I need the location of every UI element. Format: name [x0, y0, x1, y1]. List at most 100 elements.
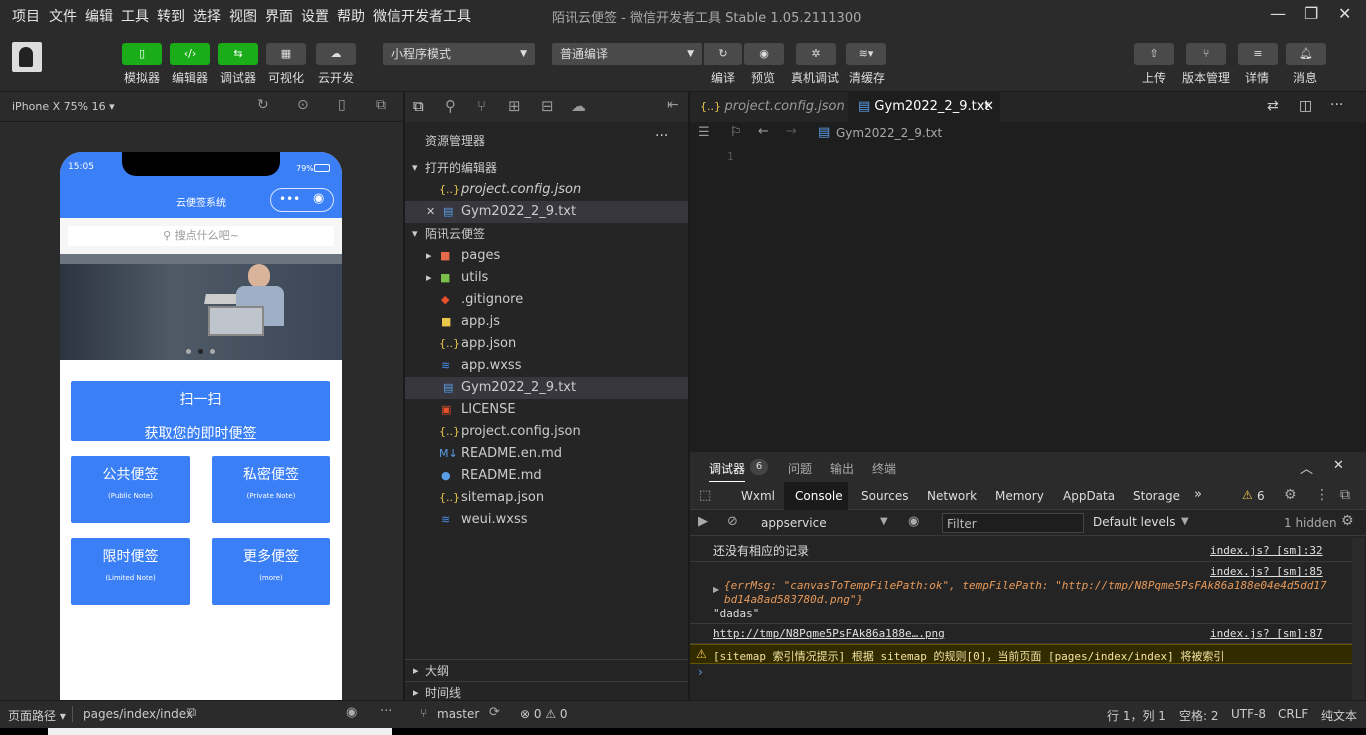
tree-item-file[interactable]: {..} sitemap.json [405, 487, 688, 509]
tree-item-folder[interactable]: ▸ ■ pages [405, 245, 688, 267]
menu-help[interactable]: 帮助 [337, 6, 365, 26]
tree-item-file[interactable]: ◆ .gitignore [405, 289, 688, 311]
eol[interactable]: CRLF [1278, 707, 1308, 721]
tab-appdata[interactable]: AppData [1063, 489, 1115, 503]
capsule-menu[interactable]: ••• ◉ [270, 188, 334, 212]
more-icon[interactable]: ··· [380, 704, 392, 719]
filter-input[interactable]: Filter [942, 513, 1084, 533]
tab-issues[interactable]: 问题 [788, 460, 812, 477]
messages-button[interactable]: 🔔︎ [1286, 43, 1326, 65]
detach-icon[interactable]: ⧉ [376, 97, 386, 113]
tree-item-file[interactable]: ≋ app.wxss [405, 355, 688, 377]
menu-goto[interactable]: 转到 [157, 6, 185, 26]
device-select[interactable]: iPhone X 75% 16 ▾ [12, 100, 115, 113]
object-line[interactable]: {errMsg: "canvasToTempFilePath:ok", temp… [724, 579, 1327, 592]
page-path-select[interactable]: 页面路径 ▾ [8, 707, 66, 724]
compile-button[interactable]: ↻ [704, 43, 742, 65]
tree-item-file[interactable]: ≋ weui.wxss [405, 509, 688, 531]
files-icon[interactable]: ⧉ [413, 97, 424, 115]
close-tab-icon[interactable]: ✕ [983, 92, 994, 122]
reload-icon[interactable]: ↻ [257, 97, 269, 113]
real-debug-button[interactable]: ✲ [796, 43, 836, 65]
tree-item-file[interactable]: M↓ README.en.md [405, 443, 688, 465]
avatar[interactable] [12, 42, 42, 72]
close-icon[interactable]: ✕ [1338, 4, 1351, 23]
extensions-icon[interactable]: ⊞ [508, 97, 521, 115]
source-link[interactable]: index.js? [sm]:87 [1210, 627, 1323, 640]
copy-icon[interactable]: ⧉ [187, 705, 196, 720]
docker-icon[interactable]: ☁ [571, 97, 586, 115]
tab-debugger[interactable]: 调试器 [709, 460, 746, 482]
prompt-icon[interactable]: › [698, 665, 703, 679]
gear-icon[interactable]: ⚙ [1284, 487, 1297, 503]
menu-interface[interactable]: 界面 [265, 6, 293, 26]
more-icon[interactable]: ··· [1330, 97, 1343, 113]
banner-image[interactable] [60, 254, 342, 360]
encoding[interactable]: UTF-8 [1231, 707, 1266, 721]
console-settings-icon[interactable]: ⚙ [1341, 513, 1354, 529]
tree-item-file[interactable]: {..} app.json [405, 333, 688, 355]
phone-icon[interactable]: ▯ [338, 97, 346, 113]
sidebar-toggle-icon[interactable]: ▶ [698, 514, 708, 529]
upload-button[interactable]: ⇧ [1134, 43, 1174, 65]
open-file-item[interactable]: ✕ ▤ Gym2022_2_9.txt [405, 201, 688, 223]
private-note-button[interactable]: 私密便签 (Private Note) [212, 456, 330, 523]
menu-tools[interactable]: 工具 [121, 6, 149, 26]
carousel-dot[interactable] [186, 349, 191, 354]
preview-button[interactable]: ◉ [744, 43, 784, 65]
expand-icon[interactable]: ▶ [713, 585, 719, 594]
open-editors-section[interactable]: ▾ 打开的编辑器 [405, 157, 688, 179]
storage-icon[interactable]: ⊟ [541, 97, 554, 115]
list-icon[interactable]: ☰ [698, 125, 710, 140]
tab-gym-txt[interactable]: ▤ Gym2022_2_9.txt ✕ [848, 92, 1000, 122]
sync-icon[interactable]: ⟳ [489, 705, 500, 720]
carousel-dot[interactable] [210, 349, 215, 354]
cloud-button[interactable]: ☁ [316, 43, 356, 65]
context-select[interactable]: appservice [761, 516, 827, 530]
carousel-dot[interactable] [198, 349, 203, 354]
details-button[interactable]: ≡ [1238, 43, 1278, 65]
git-icon[interactable]: ⑂ [477, 97, 486, 115]
more-vert-icon[interactable]: ⋮ [1315, 487, 1329, 503]
tab-terminal[interactable]: 终端 [872, 460, 896, 477]
language-mode[interactable]: 纯文本 [1321, 707, 1357, 724]
compare-icon[interactable]: ⇄ [1267, 98, 1279, 114]
tab-network[interactable]: Network [927, 489, 977, 503]
visual-button[interactable]: ▦ [266, 43, 306, 65]
source-link[interactable]: index.js? [sm]:85 [1210, 565, 1323, 578]
git-branch[interactable]: master [437, 707, 479, 721]
forward-icon[interactable]: → [786, 124, 797, 139]
tab-wxml[interactable]: Wxml [741, 489, 775, 503]
compile-select[interactable]: 普通编译 ▼ [552, 43, 702, 65]
levels-select[interactable]: Default levels [1093, 515, 1175, 529]
tab-project-config[interactable]: {..} project.config.json [690, 92, 845, 122]
close-icon[interactable]: ✕ [426, 201, 435, 223]
tab-console[interactable]: Console [795, 489, 843, 503]
eye-icon[interactable]: ◉ [346, 705, 357, 720]
clear-cache-button[interactable]: ≋▾ [846, 43, 886, 65]
bookmark-icon[interactable]: ⚐ [730, 125, 742, 140]
menu-edit[interactable]: 编辑 [85, 6, 113, 26]
simulator-button[interactable]: ▯ [122, 43, 162, 65]
scan-button[interactable]: 扫一扫 获取您的即时便签 [71, 381, 330, 442]
eye-icon[interactable]: ◉ [908, 514, 919, 529]
inspect-icon[interactable]: ⬚ [699, 488, 711, 503]
scrollbar[interactable] [1352, 538, 1364, 700]
stop-icon[interactable]: ⊙ [297, 97, 309, 113]
dock-icon[interactable]: ⧉ [1340, 487, 1350, 503]
menu-project[interactable]: 项目 [12, 6, 40, 26]
source-link[interactable]: index.js? [sm]:32 [1210, 544, 1323, 557]
more-tabs-icon[interactable]: » [1194, 487, 1202, 502]
breadcrumb[interactable]: Gym2022_2_9.txt [836, 126, 942, 140]
debugger-button[interactable]: ⇆ [218, 43, 258, 65]
warning-icon[interactable]: ⚠ [1242, 488, 1253, 502]
tree-item-file[interactable]: {..} project.config.json [405, 421, 688, 443]
cursor-position[interactable]: 行 1，列 1 [1107, 707, 1166, 724]
problems-indicator[interactable]: ⊗ 0 ⚠ 0 [520, 707, 568, 721]
menu-view[interactable]: 视图 [229, 6, 257, 26]
project-section[interactable]: ▾ 陌讯云便签 [405, 223, 688, 245]
public-note-button[interactable]: 公共便签 (Public Note) [71, 456, 190, 523]
mode-select[interactable]: 小程序模式 ▼ [383, 43, 535, 65]
editor-button[interactable]: ‹/› [170, 43, 210, 65]
limited-note-button[interactable]: 限时便签 (Limited Note) [71, 538, 190, 605]
